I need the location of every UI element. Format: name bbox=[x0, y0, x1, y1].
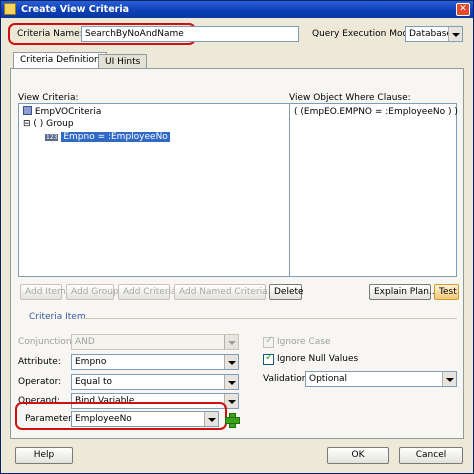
ignore-null-values-label: Ignore Null Values bbox=[277, 354, 359, 364]
chevron-down-icon bbox=[224, 335, 238, 349]
test-button[interactable]: Test bbox=[434, 284, 459, 300]
chevron-down-icon[interactable] bbox=[224, 375, 238, 389]
delete-button[interactable]: Delete bbox=[269, 284, 304, 300]
close-button[interactable]: ✕ bbox=[456, 3, 470, 16]
operator-value: Equal to bbox=[75, 377, 113, 387]
collapse-icon[interactable]: ⊟ bbox=[23, 119, 31, 129]
chevron-down-icon[interactable] bbox=[442, 372, 456, 386]
add-group-button[interactable]: Add Group bbox=[66, 284, 119, 300]
query-mode-select[interactable]: Database bbox=[405, 26, 463, 42]
explain-plan-button[interactable]: Explain Plan... bbox=[369, 284, 438, 300]
tree-root-label: EmpVOCriteria bbox=[34, 107, 102, 117]
chevron-down-icon[interactable] bbox=[204, 412, 218, 426]
dialog-window: Create View Criteria ✕ Criteria Name: Se… bbox=[0, 0, 474, 474]
conjunction-select: AND bbox=[71, 334, 239, 350]
ignore-null-values-checkbox[interactable] bbox=[263, 352, 274, 365]
add-criteria-button[interactable]: Add Criteria bbox=[118, 284, 177, 300]
criteria-item-section-label: Criteria Item bbox=[29, 312, 86, 322]
operator-label: Operator: bbox=[18, 377, 62, 387]
title-bar: Create View Criteria ✕ bbox=[1, 1, 473, 18]
attribute-label: Attribute: bbox=[18, 357, 61, 367]
operator-select[interactable]: Equal to bbox=[71, 374, 239, 390]
tree-root[interactable]: EmpVOCriteria bbox=[23, 106, 101, 117]
attribute-select[interactable]: Empno bbox=[71, 354, 239, 370]
help-button[interactable]: Help bbox=[15, 447, 73, 464]
view-criteria-label: View Criteria: bbox=[18, 93, 79, 103]
chevron-down-icon[interactable] bbox=[448, 27, 462, 41]
add-item-button[interactable]: Add Item bbox=[20, 284, 66, 300]
view-criteria-tree[interactable]: EmpVOCriteria ⊟ ( ) Group 123 Empno = :E… bbox=[18, 103, 291, 277]
cancel-button[interactable]: Cancel bbox=[399, 447, 463, 464]
ok-button[interactable]: OK bbox=[327, 447, 389, 464]
add-parameter-icon[interactable] bbox=[225, 413, 240, 428]
tree-group[interactable]: ⊟ ( ) Group bbox=[23, 119, 74, 129]
conjunction-value: AND bbox=[75, 337, 95, 347]
ignore-case-label: Ignore Case bbox=[277, 337, 331, 347]
query-mode-label: Query Execution Mode: bbox=[312, 29, 417, 39]
criteria-icon bbox=[23, 106, 32, 115]
add-named-criteria-button[interactable]: Add Named Criteria... bbox=[174, 284, 276, 300]
tab-criteria-definition[interactable]: Criteria Definition bbox=[13, 52, 107, 69]
validation-select[interactable]: Optional bbox=[305, 371, 457, 387]
validation-label: Validation: bbox=[263, 374, 311, 384]
where-clause-text: ( (EmpEO.EMPNO = :EmployeeNo ) ) bbox=[294, 107, 458, 117]
section-divider bbox=[81, 318, 457, 319]
conjunction-label: Conjunction: bbox=[18, 337, 75, 347]
ignore-case-checkbox bbox=[263, 335, 274, 348]
parameter-label: Parameter: bbox=[25, 414, 75, 424]
query-mode-value: Database bbox=[409, 29, 452, 39]
tree-criteria-item-label: Empno = :EmployeeNo bbox=[61, 132, 170, 142]
where-clause-box: ( (EmpEO.EMPNO = :EmployeeNo ) ) bbox=[289, 103, 458, 277]
parameter-value: EmployeeNo bbox=[75, 414, 132, 424]
tab-ui-hints[interactable]: UI Hints bbox=[98, 54, 148, 68]
chevron-down-icon[interactable] bbox=[224, 355, 238, 369]
criteria-name-input[interactable]: SearchByNoAndName bbox=[81, 26, 299, 42]
criteria-definition-panel: View Criteria: EmpVOCriteria ⊟ ( ) Group… bbox=[10, 68, 464, 439]
numeric-attribute-icon: 123 bbox=[45, 134, 59, 141]
parameter-select[interactable]: EmployeeNo bbox=[71, 411, 219, 427]
validation-value: Optional bbox=[309, 374, 348, 384]
criteria-name-label: Criteria Name: bbox=[17, 29, 83, 39]
app-icon bbox=[4, 3, 16, 15]
tree-criteria-item[interactable]: 123 Empno = :EmployeeNo bbox=[45, 132, 170, 142]
where-clause-label: View Object Where Clause: bbox=[289, 93, 411, 103]
window-title: Create View Criteria bbox=[21, 4, 130, 15]
attribute-value: Empno bbox=[75, 357, 107, 367]
tree-group-label: ( ) Group bbox=[33, 119, 74, 129]
